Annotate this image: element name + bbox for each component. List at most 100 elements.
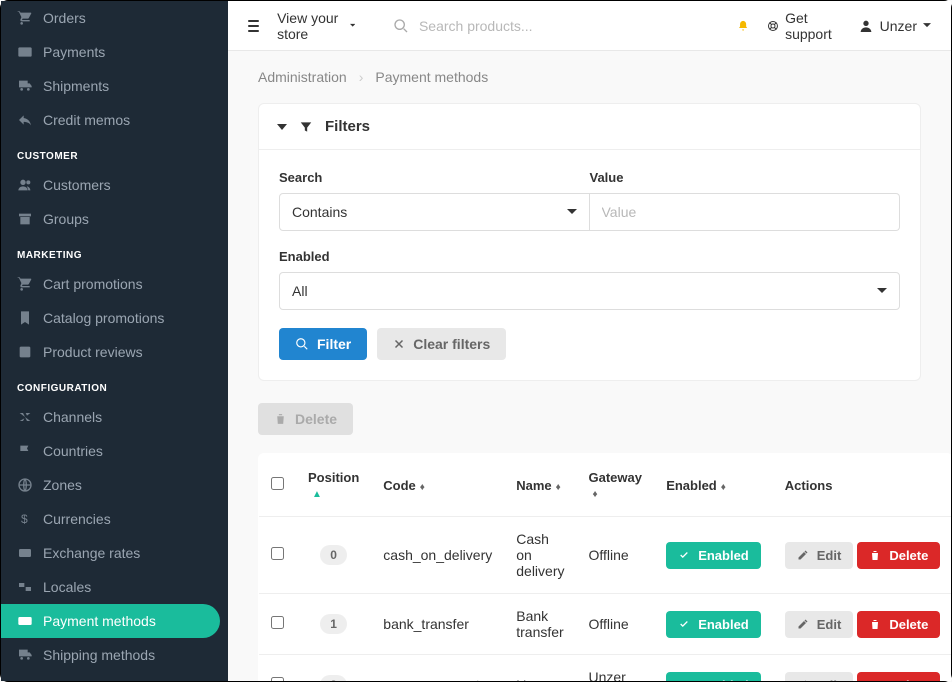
delete-button[interactable]: Delete: [857, 542, 940, 569]
enabled-badge[interactable]: Enabled: [666, 611, 761, 638]
select-all-checkbox[interactable]: [271, 477, 284, 490]
enabled-badge[interactable]: Enabled: [666, 672, 761, 682]
sidebar-item-payment-methods[interactable]: Payment methods: [1, 604, 220, 638]
row-checkbox[interactable]: [271, 547, 284, 560]
filters-card: Filters Search Value Contains: [258, 103, 921, 381]
delete-button[interactable]: Delete: [857, 611, 940, 638]
sidebar-item-locales[interactable]: Locales: [1, 570, 228, 604]
user-label: Unzer: [880, 18, 917, 34]
search-wrap: [393, 18, 719, 34]
position-badge: 1: [320, 614, 347, 634]
enabled-label: Enabled: [698, 548, 749, 563]
sidebar-item-shipping-categories[interactable]: Shipping categories: [1, 672, 228, 681]
trash-icon: [869, 679, 881, 682]
pencil-icon: [797, 679, 809, 681]
sidebar-item-currencies[interactable]: $ Currencies: [1, 502, 228, 536]
breadcrumb-item[interactable]: Administration: [258, 69, 347, 85]
users-icon: [17, 177, 33, 193]
enabled-label: Enabled: [698, 678, 749, 682]
sidebar-item-customers[interactable]: Customers: [1, 168, 228, 202]
close-icon: [393, 338, 405, 350]
sidebar-section: Cart promotions Catalog promotions Produ…: [1, 267, 228, 369]
star-icon: [17, 344, 33, 360]
main: View your store Get support Unzer: [228, 1, 951, 681]
cell-code: unzer_payment: [371, 655, 504, 682]
sidebar-header-marketing: MARKETING: [1, 236, 228, 267]
sidebar-item-shipments[interactable]: Shipments: [1, 69, 228, 103]
sidebar-item-label: Credit memos: [43, 112, 130, 128]
sidebar-item-label: Countries: [43, 443, 103, 459]
filters-title: Filters: [325, 118, 370, 135]
svg-text:$: $: [21, 512, 28, 526]
filter-button[interactable]: Filter: [279, 328, 367, 360]
column-header-position[interactable]: Position▲: [296, 454, 371, 517]
sort-asc-icon: ▲: [312, 489, 322, 500]
sidebar-item-label: Groups: [43, 211, 89, 227]
sidebar-item-exchange-rates[interactable]: Exchange rates: [1, 536, 228, 570]
search-type-select[interactable]: Contains: [279, 193, 590, 231]
column-header-gateway[interactable]: Gateway♦: [576, 454, 654, 517]
column-header-code[interactable]: Code♦: [371, 454, 504, 517]
search-icon: [393, 18, 409, 34]
life-ring-icon: [767, 18, 779, 34]
chevron-down-icon: [923, 23, 931, 28]
sidebar-item-label: Locales: [43, 579, 91, 595]
value-label: Value: [590, 170, 901, 185]
row-checkbox[interactable]: [271, 616, 284, 629]
clear-filters-button[interactable]: Clear filters: [377, 328, 506, 360]
sidebar-item-catalog-promotions[interactable]: Catalog promotions: [1, 301, 228, 335]
enabled-select[interactable]: All: [279, 272, 900, 310]
enabled-label: Enabled: [279, 249, 900, 264]
sidebar-item-channels[interactable]: Channels: [1, 400, 228, 434]
check-icon: [678, 680, 690, 681]
filters-body: Search Value Contains: [259, 150, 920, 380]
sidebar-item-cart-promotions[interactable]: Cart promotions: [1, 267, 228, 301]
payment-methods-table: Position▲ Code♦ Name♦ Gateway♦ Enabled♦ …: [258, 453, 951, 681]
breadcrumb-item: Payment methods: [375, 69, 488, 85]
edit-label: Edit: [817, 548, 842, 563]
bell-icon[interactable]: [737, 17, 749, 35]
edit-button[interactable]: Edit: [785, 672, 854, 682]
edit-label: Edit: [817, 617, 842, 632]
globe-icon: [17, 477, 33, 493]
enabled-badge[interactable]: Enabled: [666, 542, 761, 569]
sidebar-item-payments[interactable]: Payments: [1, 35, 228, 69]
delete-button[interactable]: Delete: [857, 672, 940, 682]
sidebar-item-label: Shipping methods: [43, 647, 155, 663]
chevron-right-icon: ›: [359, 69, 364, 85]
search-input[interactable]: [419, 18, 719, 34]
sidebar-header-configuration: CONFIGURATION: [1, 369, 228, 400]
table-row: 1 bank_transfer Bank transfer Offline En…: [259, 594, 952, 655]
get-support-link[interactable]: Get support: [767, 10, 840, 42]
user-dropdown[interactable]: Unzer: [858, 18, 931, 34]
filters-header[interactable]: Filters: [259, 104, 920, 150]
bulk-delete-button[interactable]: Delete: [258, 403, 353, 435]
caret-down-icon: [277, 124, 287, 130]
pencil-icon: [797, 549, 809, 561]
edit-button[interactable]: Edit: [785, 542, 854, 569]
value-input[interactable]: [590, 193, 901, 231]
sidebar-item-shipping-methods[interactable]: Shipping methods: [1, 638, 228, 672]
position-badge: 0: [320, 545, 347, 565]
breadcrumb: Administration › Payment methods: [228, 51, 951, 103]
row-checkbox[interactable]: [271, 677, 284, 681]
reply-icon: [17, 112, 33, 128]
column-header-name[interactable]: Name♦: [504, 454, 576, 517]
column-header-enabled[interactable]: Enabled♦: [654, 454, 773, 517]
view-store-dropdown[interactable]: View your store: [277, 10, 355, 42]
search-label: Search: [279, 170, 590, 185]
sidebar-item-countries[interactable]: Countries: [1, 434, 228, 468]
topbar-right: Get support Unzer: [737, 10, 931, 42]
cell-gateway: Unzer payment: [576, 655, 654, 682]
sidebar-item-zones[interactable]: Zones: [1, 468, 228, 502]
sidebar-item-groups[interactable]: Groups: [1, 202, 228, 236]
sidebar-item-product-reviews[interactable]: Product reviews: [1, 335, 228, 369]
sidebar-item-credit-memos[interactable]: Credit memos: [1, 103, 228, 137]
hamburger-icon[interactable]: [248, 20, 259, 32]
cell-code: bank_transfer: [371, 594, 504, 655]
sidebar-item-orders[interactable]: Orders: [1, 1, 228, 35]
cart-icon: [17, 276, 33, 292]
support-label: Get support: [785, 10, 840, 42]
sidebar-item-label: Channels: [43, 409, 102, 425]
edit-button[interactable]: Edit: [785, 611, 854, 638]
